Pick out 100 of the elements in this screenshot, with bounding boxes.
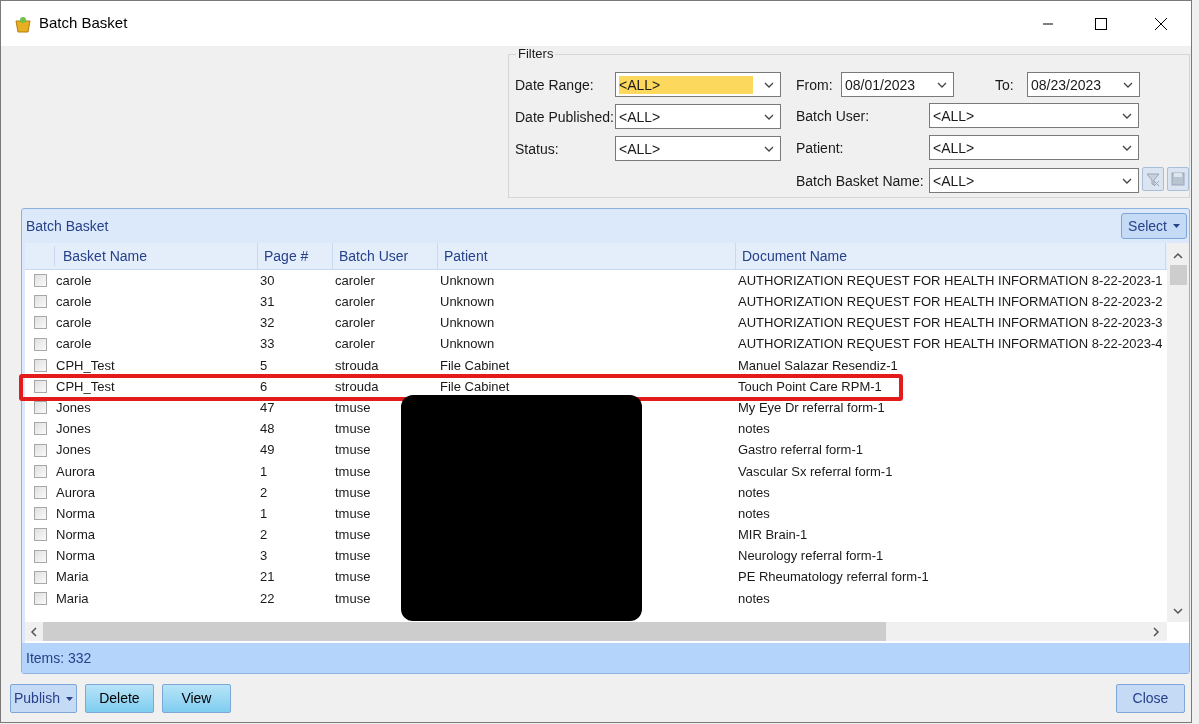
panel-title: Batch Basket: [26, 216, 109, 236]
dropdown-field[interactable]: 08/23/2023: [1027, 72, 1140, 97]
field-label: Date Range:: [515, 77, 594, 93]
caret-icon: [1122, 177, 1132, 184]
row-checkbox[interactable]: [33, 485, 47, 499]
field-label: Date Published:: [515, 109, 614, 125]
caret-icon: [1122, 112, 1132, 119]
table-cell: PE Rheumatology referral form-1: [738, 569, 929, 585]
table-cell: 6: [260, 378, 268, 394]
caret-icon: [764, 81, 774, 88]
table-cell: 21: [260, 569, 275, 585]
table-cell: 1: [260, 463, 268, 479]
table-cell: notes: [738, 421, 770, 437]
scroll-up-icon[interactable]: [1173, 251, 1183, 261]
row-checkbox[interactable]: [33, 570, 47, 584]
window-title: Batch Basket: [39, 13, 128, 34]
clear-filter-button[interactable]: [1142, 167, 1164, 191]
table-cell: Norma: [56, 505, 95, 521]
table-cell: AUTHORIZATION REQUEST FOR HEALTH INFORMATION 8-22-2023-3: [738, 315, 1163, 331]
scroll-down-icon[interactable]: [1173, 606, 1183, 616]
table-cell: File Cabinet: [440, 357, 510, 373]
row-checkbox[interactable]: [33, 422, 47, 436]
field-label: From:: [796, 77, 833, 93]
table-cell: Norma: [56, 527, 95, 543]
row-checkbox[interactable]: [33, 401, 47, 415]
table-cell: strouda: [335, 357, 379, 373]
table-cell: Unknown: [440, 294, 495, 310]
table-cell: tmuse: [335, 484, 371, 500]
table-cell: Vascular Sx referral form-1: [738, 463, 893, 479]
table-cell: carole: [56, 315, 92, 331]
row-checkbox[interactable]: [33, 507, 47, 521]
column-header[interactable]: Batch User: [333, 243, 438, 269]
row-checkbox[interactable]: [33, 337, 47, 351]
table-cell: tmuse: [335, 527, 371, 543]
table-cell: Norma: [56, 548, 95, 564]
select-button[interactable]: Select: [1121, 213, 1187, 239]
table-cell: notes: [738, 484, 770, 500]
table-cell: Aurora: [56, 463, 96, 479]
column-header[interactable]: Document Name: [736, 243, 1166, 269]
dropdown-field[interactable]: <ALL>: [929, 168, 1139, 193]
table-cell: Jones: [56, 399, 91, 415]
scrollbar-thumb[interactable]: [1169, 265, 1187, 285]
save-button[interactable]: [1167, 167, 1189, 191]
column-header[interactable]: Basket Name: [55, 243, 258, 269]
table-cell: CPH_Test: [56, 378, 115, 394]
table-cell: notes: [738, 505, 770, 521]
table-cell: Maria: [56, 569, 89, 585]
dropdown-field[interactable]: <ALL>: [929, 103, 1139, 128]
maximize-icon: [1095, 17, 1107, 30]
table-cell: 47: [260, 399, 275, 415]
publish-button[interactable]: Publish: [10, 684, 77, 713]
field-label: To:: [995, 77, 1014, 93]
table-cell: caroler: [335, 315, 375, 331]
table-cell: tmuse: [335, 399, 371, 415]
table-cell: Jones: [56, 421, 91, 437]
column-header[interactable]: Page #: [258, 243, 333, 269]
caret-icon: [937, 81, 947, 88]
filter-clear-icon: [1145, 171, 1161, 187]
row-checkbox[interactable]: [33, 591, 47, 605]
dropdown-field[interactable]: 08/01/2023: [841, 72, 954, 97]
table-cell: 2: [260, 484, 268, 500]
row-checkbox[interactable]: [33, 295, 47, 309]
table-cell: carole: [56, 336, 92, 352]
table-cell: AUTHORIZATION REQUEST FOR HEALTH INFORMATION 8-22-2023-1: [738, 272, 1163, 288]
table-cell: caroler: [335, 294, 375, 310]
table-cell: Touch Point Care RPM-1: [738, 378, 882, 394]
field-label: Status:: [515, 141, 559, 157]
dropdown-field[interactable]: <ALL>: [615, 72, 781, 97]
row-checkbox[interactable]: [33, 549, 47, 563]
table-cell: tmuse: [335, 548, 371, 564]
table-cell: 49: [260, 442, 275, 458]
row-checkbox[interactable]: [33, 358, 47, 372]
row-checkbox[interactable]: [33, 380, 47, 394]
table-cell: Maria: [56, 590, 89, 606]
table-cell: AUTHORIZATION REQUEST FOR HEALTH INFORMATION 8-22-2023-2: [738, 294, 1163, 310]
scroll-right-icon[interactable]: [1151, 626, 1161, 637]
table-cell: My Eye Dr referral form-1: [738, 399, 885, 415]
close-button[interactable]: Close: [1116, 684, 1185, 713]
scroll-left-icon[interactable]: [29, 626, 39, 637]
dropdown-field[interactable]: <ALL>: [615, 104, 781, 129]
row-checkbox[interactable]: [33, 528, 47, 542]
row-checkbox[interactable]: [33, 443, 47, 457]
scrollbar-thumb[interactable]: [43, 622, 886, 641]
column-header[interactable]: Patient: [438, 243, 736, 269]
table-cell: MIR Brain-1: [738, 527, 808, 543]
action-button[interactable]: Delete: [84, 684, 154, 713]
dropdown-field[interactable]: <ALL>: [615, 136, 781, 161]
field-label: Patient:: [796, 140, 844, 156]
row-checkbox[interactable]: [33, 464, 47, 478]
table-cell: tmuse: [335, 505, 371, 521]
table-cell: tmuse: [335, 590, 371, 606]
table-cell: 5: [260, 357, 268, 373]
action-button[interactable]: View: [161, 684, 231, 713]
caret-icon: [764, 113, 774, 120]
dropdown-field[interactable]: <ALL>: [929, 135, 1139, 160]
table-cell: Aurora: [56, 484, 96, 500]
row-checkbox[interactable]: [33, 316, 47, 330]
row-checkbox[interactable]: [33, 274, 47, 288]
close-icon: [1155, 17, 1167, 30]
table-cell: 32: [260, 315, 275, 331]
